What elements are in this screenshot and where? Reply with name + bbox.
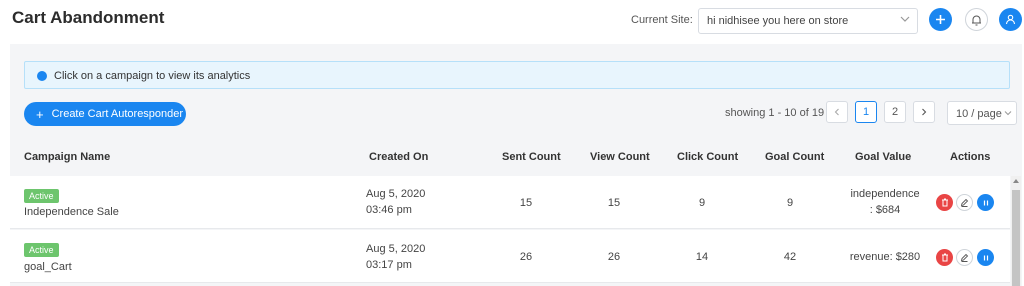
pause-icon <box>983 200 988 205</box>
view-count: 15 <box>607 197 621 209</box>
column-header: Campaign Name <box>24 151 111 163</box>
delete-button[interactable] <box>936 249 953 266</box>
column-header: Created On <box>369 151 429 163</box>
page-button-1[interactable]: 1 <box>855 101 877 123</box>
page-title: Cart Abandonment <box>12 8 165 27</box>
create-button-label: Create Cart Autoresponder <box>51 108 184 120</box>
plus-icon <box>936 15 945 24</box>
goal-value-line2: : $684 <box>869 204 901 216</box>
next-page-button[interactable] <box>913 101 935 123</box>
goal-value-line1: independence <box>850 188 920 200</box>
info-banner: Click on a campaign to view its analytic… <box>24 61 1010 89</box>
status-badge: Active <box>24 189 59 203</box>
sent-count: 26 <box>519 251 533 263</box>
goal-count: 9 <box>786 197 794 209</box>
chevron-down-icon <box>1004 111 1012 116</box>
user-icon <box>1005 14 1016 25</box>
goal-value-line1: revenue: $280 <box>849 251 921 263</box>
pause-icon <box>983 255 988 260</box>
column-header: Sent Count <box>502 151 561 163</box>
sent-count: 15 <box>519 197 533 209</box>
created-date: Aug 5, 2020 <box>366 243 426 255</box>
site-select-value: hi nidhisee you here on store <box>707 15 849 27</box>
campaign-name[interactable]: Independence Sale <box>24 206 119 218</box>
plus-icon: + <box>36 106 44 122</box>
pause-button[interactable] <box>977 249 994 266</box>
scrollbar-thumb[interactable] <box>1012 190 1020 286</box>
created-date: Aug 5, 2020 <box>366 188 426 200</box>
page-size-select[interactable]: 10 / page <box>947 101 1017 125</box>
pagination-summary: showing 1 - 10 of 19 <box>725 107 825 119</box>
create-cart-autoresponder-button[interactable]: + Create Cart Autoresponder <box>24 102 186 126</box>
column-header: Goal Value <box>855 151 912 163</box>
pause-button[interactable] <box>977 194 994 211</box>
chevron-left-icon <box>834 108 839 116</box>
delete-button[interactable] <box>936 194 953 211</box>
created-time: 03:46 pm <box>366 204 412 216</box>
column-header: Goal Count <box>765 151 825 163</box>
chevron-down-icon <box>900 16 910 22</box>
status-badge: Active <box>24 243 59 257</box>
add-button[interactable] <box>929 8 952 31</box>
bell-icon <box>972 15 981 25</box>
notifications-button[interactable] <box>965 8 988 31</box>
trash-icon <box>941 198 948 207</box>
prev-page-button[interactable] <box>826 101 848 123</box>
created-time: 03:17 pm <box>366 259 412 271</box>
edit-button[interactable] <box>956 249 973 266</box>
scroll-up-arrow-icon[interactable] <box>1013 179 1019 183</box>
campaign-name[interactable]: goal_Cart <box>24 261 72 273</box>
vertical-scrollbar[interactable] <box>1011 176 1021 286</box>
column-header: View Count <box>590 151 650 163</box>
column-header: Click Count <box>677 151 739 163</box>
column-header: Actions <box>950 151 991 163</box>
info-icon <box>37 71 47 81</box>
goal-count: 42 <box>783 251 797 263</box>
page-size-value: 10 / page <box>956 108 1002 120</box>
info-text: Click on a campaign to view its analytic… <box>54 70 251 82</box>
trash-icon <box>941 253 948 262</box>
site-select[interactable]: hi nidhisee you here on store <box>698 8 918 34</box>
click-count: 14 <box>695 251 709 263</box>
page-button-2[interactable]: 2 <box>884 101 906 123</box>
top-bar: Cart Abandonment Current Site: hi nidhis… <box>0 0 1024 38</box>
view-count: 26 <box>607 251 621 263</box>
pencil-icon <box>960 198 969 207</box>
click-count: 9 <box>698 197 706 209</box>
user-avatar-button[interactable] <box>999 8 1022 31</box>
edit-button[interactable] <box>956 194 973 211</box>
current-site-label: Current Site: <box>631 14 693 26</box>
chevron-right-icon <box>922 108 927 116</box>
pencil-icon <box>960 253 969 262</box>
